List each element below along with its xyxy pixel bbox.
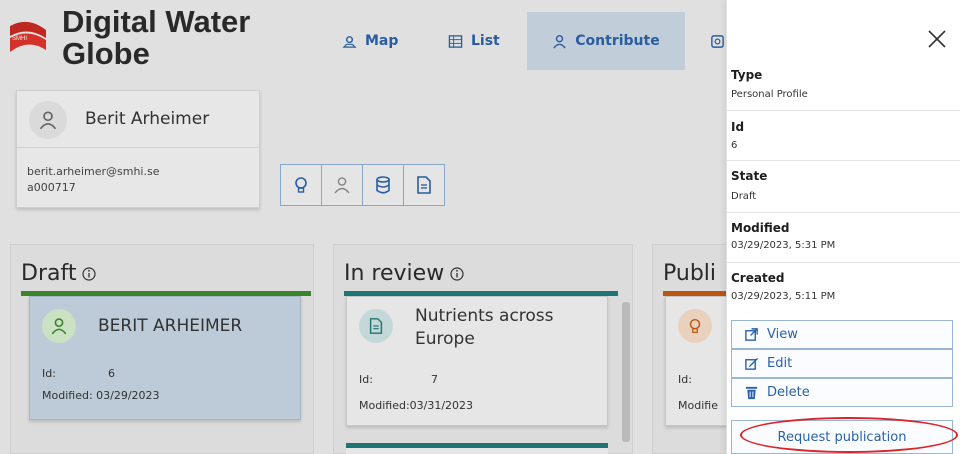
edit-button-label: Edit — [767, 356, 793, 371]
state-label: State — [731, 169, 768, 183]
id-label: Id — [731, 120, 745, 134]
view-button-label: View — [767, 327, 798, 342]
trash-icon — [745, 386, 758, 400]
divider — [727, 262, 960, 263]
delete-button-label: Delete — [767, 385, 810, 400]
delete-button[interactable]: Delete — [731, 378, 953, 407]
request-publication-label: Request publication — [777, 429, 907, 445]
type-value: Personal Profile — [731, 89, 808, 100]
state-value: Draft — [731, 191, 757, 202]
created-label: Created — [731, 271, 785, 285]
edit-icon — [745, 357, 759, 370]
external-link-icon — [745, 328, 758, 341]
id-value: 6 — [731, 140, 738, 151]
created-value: 03/29/2023, 5:11 PM — [731, 291, 836, 302]
detail-panel: Type Personal Profile Id 6 State Draft M… — [726, 0, 960, 454]
modified-label: Modified — [731, 221, 790, 235]
modified-value: 03/29/2023, 5:31 PM — [731, 240, 836, 251]
divider — [727, 160, 960, 161]
type-label: Type — [731, 68, 763, 82]
request-publication-button[interactable]: Request publication — [731, 420, 953, 454]
divider — [727, 110, 960, 111]
close-icon[interactable] — [926, 28, 948, 50]
view-button[interactable]: View — [731, 320, 953, 349]
dim-overlay — [0, 0, 726, 454]
divider — [727, 212, 960, 213]
edit-button[interactable]: Edit — [731, 349, 953, 378]
